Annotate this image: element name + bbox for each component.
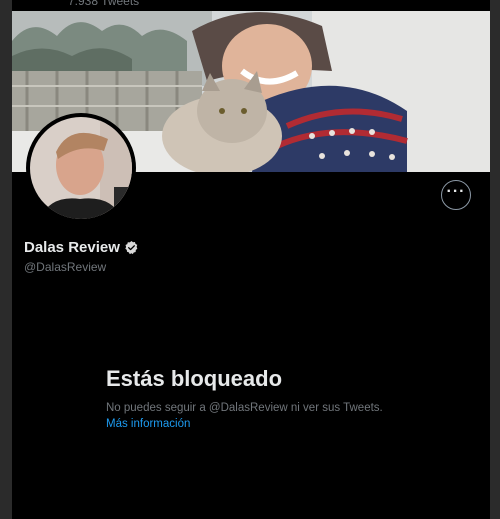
display-name: Dalas Review (24, 239, 120, 256)
more-options-icon: ··· (446, 183, 466, 200)
profile-name-row: Dalas Review (24, 239, 139, 256)
blocked-title: Estás bloqueado (106, 366, 283, 391)
profile-page: 7.938 Tweets ··· Dalas Review @DalasRevi… (12, 0, 490, 519)
profile-avatar[interactable] (26, 113, 136, 223)
more-options-button[interactable]: ··· (441, 180, 471, 210)
tweet-count: 7.938 Tweets (68, 0, 140, 8)
verified-badge-icon (124, 240, 139, 255)
profile-handle: @DalasReview (24, 260, 107, 274)
learn-more-link[interactable]: Más información (106, 418, 190, 430)
blocked-message: No puedes seguir a @DalasReview ni ver s… (106, 402, 383, 414)
